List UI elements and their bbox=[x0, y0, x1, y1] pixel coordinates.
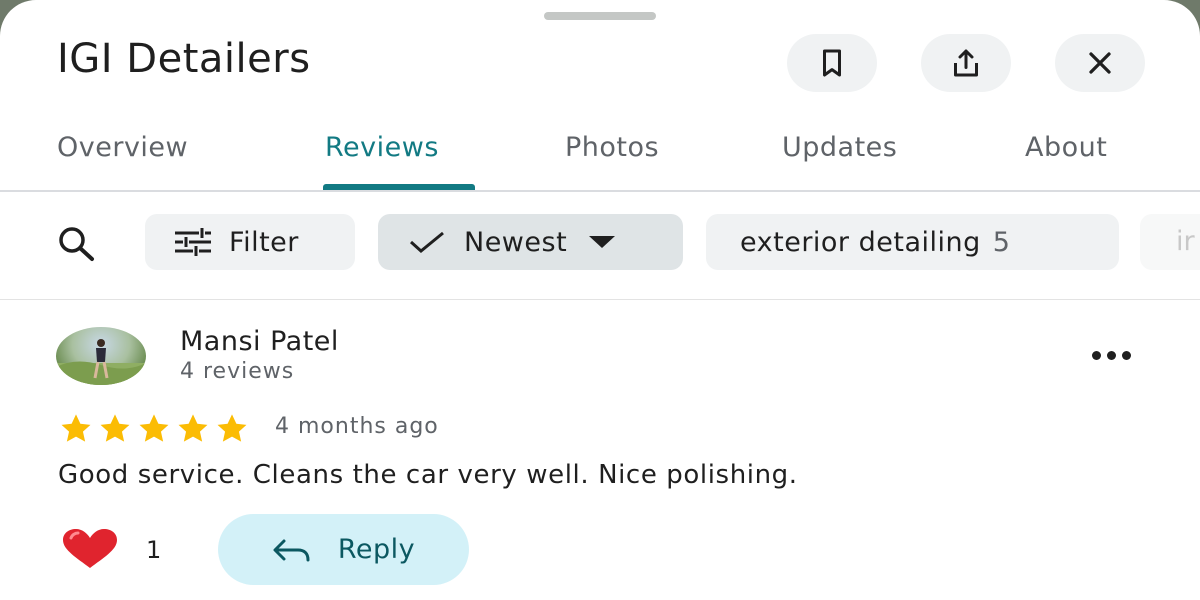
reply-arrow-icon bbox=[273, 539, 310, 561]
review-author[interactable]: Mansi Patel bbox=[180, 326, 339, 357]
star-icon bbox=[61, 414, 91, 442]
tab-reviews[interactable]: Reviews bbox=[325, 132, 439, 163]
share-icon bbox=[954, 49, 978, 77]
sort-chip-label: Newest bbox=[464, 226, 568, 258]
review-text: Good service. Cleans the car very well. … bbox=[58, 460, 798, 490]
check-icon bbox=[409, 231, 444, 253]
active-tab-indicator bbox=[323, 184, 475, 190]
tab-bar: Overview Reviews Photos Updates About bbox=[0, 118, 1200, 192]
star-icon bbox=[178, 414, 208, 442]
tab-overview[interactable]: Overview bbox=[57, 132, 188, 163]
more-options-button[interactable] bbox=[1082, 340, 1140, 370]
topic-chip-count: 5 bbox=[992, 226, 1011, 258]
bookmark-icon bbox=[823, 49, 841, 77]
review-card: Mansi Patel 4 reviews 4 months ago Good … bbox=[0, 300, 1200, 600]
close-button[interactable] bbox=[1055, 34, 1145, 92]
star-icon bbox=[217, 414, 247, 442]
sort-chip[interactable]: Newest bbox=[378, 214, 683, 270]
reply-label: Reply bbox=[337, 534, 416, 565]
place-title: IGI Detailers bbox=[57, 36, 311, 82]
heart-icon bbox=[63, 529, 117, 568]
person-photo bbox=[56, 339, 146, 385]
more-dot bbox=[1106, 350, 1116, 360]
close-icon bbox=[1089, 52, 1111, 74]
like-button[interactable] bbox=[56, 526, 124, 572]
next-topic-chip-label: ir bbox=[1176, 226, 1195, 257]
next-topic-chip[interactable]: ir bbox=[1140, 214, 1200, 270]
share-button[interactable] bbox=[921, 34, 1011, 92]
more-dot bbox=[1121, 350, 1131, 360]
review-filter-bar: Filter Newest exterior detailing 5 ir bbox=[0, 192, 1200, 300]
drag-handle[interactable] bbox=[544, 12, 656, 20]
dropdown-arrow-icon bbox=[589, 236, 616, 248]
star-rating bbox=[58, 413, 250, 443]
review-date: 4 months ago bbox=[275, 414, 439, 439]
filter-chip[interactable]: Filter bbox=[145, 214, 355, 270]
search-icon bbox=[59, 227, 94, 261]
tune-icon bbox=[175, 228, 211, 256]
star-icon bbox=[139, 414, 169, 442]
topic-chip-label: exterior detailing bbox=[740, 226, 981, 258]
tab-about[interactable]: About bbox=[1025, 132, 1107, 163]
tab-photos[interactable]: Photos bbox=[565, 132, 659, 163]
filter-chip-label: Filter bbox=[229, 226, 299, 258]
star-icon bbox=[100, 414, 130, 442]
author-review-count: 4 reviews bbox=[180, 359, 295, 384]
like-count: 1 bbox=[146, 536, 162, 564]
reply-button[interactable]: Reply bbox=[218, 514, 469, 585]
tab-updates[interactable]: Updates bbox=[782, 132, 897, 163]
save-button[interactable] bbox=[787, 34, 877, 92]
search-reviews-button[interactable] bbox=[50, 220, 106, 266]
more-dot bbox=[1091, 350, 1101, 360]
topic-chip[interactable]: exterior detailing 5 bbox=[706, 214, 1119, 270]
place-sheet: IGI Detailers Overview Reviews Photos Up… bbox=[0, 0, 1200, 600]
avatar[interactable] bbox=[56, 327, 146, 385]
